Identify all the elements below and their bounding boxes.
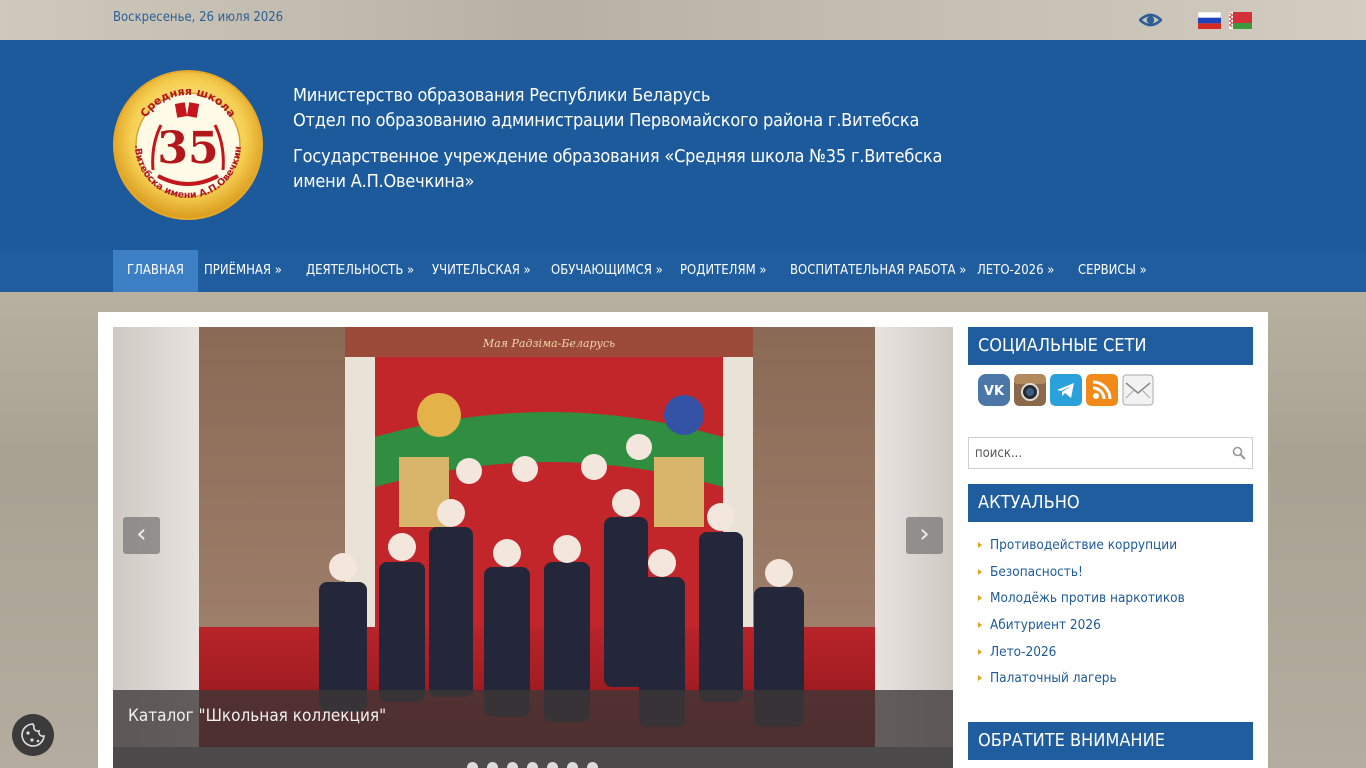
main-nav: Главная Приёмная » Деятельность » Учител… [0,250,1366,292]
svg-text:VK: VK [984,384,1005,399]
nav-item-reception[interactable]: Приёмная » [190,250,296,292]
bullet-triangle-icon [978,675,982,682]
actual-heading: Актуально [968,484,1253,522]
nav-item-teachers[interactable]: Учительская » [418,250,545,292]
slide-caption[interactable]: Каталог "Школьная коллекция" [113,690,953,747]
slider-dot-6[interactable] [567,762,578,768]
actual-links: Противодействие коррупции Безопасность! … [978,534,1185,694]
slide-caption-text: Каталог "Школьная коллекция" [128,706,387,726]
search-input[interactable] [969,438,1224,468]
school-title-cont: имени А.П.Овечкина» [293,171,475,192]
bullet-triangle-icon [978,542,982,548]
slider-dot-2[interactable] [487,762,498,768]
nav-item-activity[interactable]: Деятельность » [292,250,428,292]
chevron-right-icon: › [919,519,930,549]
slider-dot-3[interactable] [507,762,518,768]
link-applicant[interactable]: Абитуриент 2026 [978,614,1185,641]
slider-dot-5[interactable] [547,762,558,768]
slider-dot-1[interactable] [467,762,478,768]
school-title: Государственное учреждение образования «… [293,146,943,167]
slider-pager [113,747,953,768]
slider-prev-button[interactable]: ‹ [123,517,160,554]
vk-icon[interactable]: VK [978,374,1010,406]
slide-photo[interactable]: Мая Радзіма-Беларусь [199,327,875,747]
mail-icon[interactable] [1122,374,1154,406]
rss-icon[interactable] [1086,374,1118,406]
link-tent-camp[interactable]: Палаточный лагерь [978,667,1185,694]
social-networks-heading: Социальные сети [968,327,1253,365]
search-icon[interactable] [1232,446,1246,460]
site-header: Средняя школа г.Витебска имени А.П.Овечк… [0,40,1366,250]
cookie-icon[interactable] [12,714,54,756]
bullet-triangle-icon [978,568,982,575]
department-title: Отдел по образованию администрации Перво… [293,110,920,131]
nav-item-education-work[interactable]: Воспитательная работа » [776,250,980,292]
nav-item-summer[interactable]: Лето-2026 » [963,250,1068,292]
svg-text:Мая Радзіма-Беларусь: Мая Радзіма-Беларусь [482,337,615,350]
link-anti-corruption[interactable]: Противодействие коррупции [978,534,1185,561]
search-box [968,437,1253,469]
flag-russia-icon[interactable] [1198,12,1221,29]
top-bar: Воскресенье, 26 июля 2026 [0,0,1366,40]
content-panel: Мая Радзіма-Беларусь ‹ › Каталог "Школьн… [98,312,1268,768]
school-35-emblem-icon[interactable]: Средняя школа г.Витебска имени А.П.Овечк… [113,70,263,220]
current-date: Воскресенье, 26 июля 2026 [113,10,284,25]
instagram-icon[interactable] [1014,374,1046,406]
nav-item-services[interactable]: Сервисы » [1064,250,1161,292]
attention-heading: Обратите внимание [968,722,1253,760]
link-safety[interactable]: Безопасность! [978,561,1185,588]
link-summer[interactable]: Лето-2026 [978,641,1185,668]
slider-dot-7[interactable] [587,762,598,768]
slider-dot-4[interactable] [527,762,538,768]
nav-item-home[interactable]: Главная [113,250,198,292]
bullet-triangle-icon [978,622,982,629]
bullet-triangle-icon [978,595,982,602]
svg-text:35: 35 [157,123,218,174]
ministry-title: Министерство образования Республики Бела… [293,85,711,106]
chevron-left-icon: ‹ [136,519,147,549]
eye-icon[interactable] [1139,10,1162,30]
telegram-icon[interactable] [1050,374,1082,406]
flag-belarus-icon[interactable] [1229,12,1252,29]
link-youth-against-drugs[interactable]: Молодёжь против наркотиков [978,587,1185,614]
image-slider: Мая Радзіма-Беларусь ‹ › Каталог "Школьн… [113,327,953,768]
nav-item-students[interactable]: Обучающимся » [537,250,677,292]
slider-next-button[interactable]: › [906,517,943,554]
nav-item-parents[interactable]: Родителям » [666,250,781,292]
bullet-triangle-icon [978,648,982,655]
